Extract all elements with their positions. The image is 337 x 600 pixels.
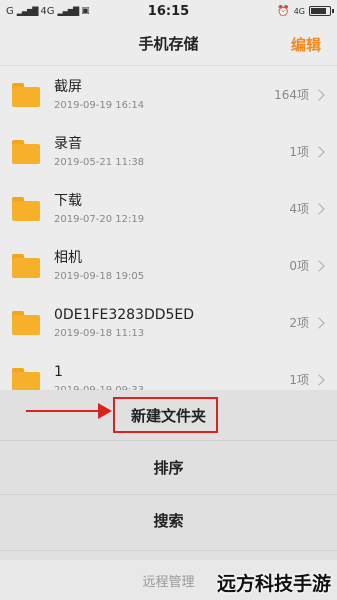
file-list: 截屏 2019-09-19 16:14 164项 录音 2019-05-21 1… bbox=[0, 66, 337, 408]
battery-icon bbox=[309, 6, 334, 16]
highlight-annotation bbox=[113, 397, 218, 433]
divider bbox=[0, 440, 337, 441]
item-count: 2项 bbox=[289, 316, 309, 330]
folder-icon bbox=[12, 310, 40, 335]
divider bbox=[0, 494, 337, 495]
folder-name: 录音 bbox=[54, 136, 82, 152]
list-item[interactable]: 录音 2019-05-21 11:38 1项 bbox=[0, 123, 337, 180]
folder-date: 2019-09-19 16:14 bbox=[54, 100, 145, 111]
item-count: 1项 bbox=[289, 373, 309, 387]
list-item[interactable]: 相机 2019-09-18 19:05 0项 bbox=[0, 237, 337, 294]
folder-icon bbox=[12, 82, 40, 107]
search-button[interactable]: 搜索 bbox=[0, 497, 337, 543]
edit-button[interactable]: 编辑 bbox=[291, 34, 321, 55]
folder-date: 2019-09-18 19:05 bbox=[54, 271, 145, 282]
item-count: 0项 bbox=[289, 259, 309, 273]
chevron-right-icon bbox=[313, 88, 325, 101]
page-title: 手机存储 bbox=[138, 35, 199, 53]
arrow-head-icon bbox=[98, 403, 112, 419]
list-item[interactable]: 下载 2019-07-20 12:19 4项 bbox=[0, 180, 337, 237]
list-item[interactable]: 0DE1FE3283DD5ED 2019-09-18 11:13 2项 bbox=[0, 294, 337, 351]
folder-name: 0DE1FE3283DD5ED bbox=[54, 307, 195, 323]
folder-name: 相机 bbox=[54, 250, 82, 266]
folder-name: 截屏 bbox=[54, 79, 82, 95]
chevron-right-icon bbox=[313, 202, 325, 215]
chevron-right-icon bbox=[313, 316, 325, 329]
folder-date: 2019-05-21 11:38 bbox=[54, 157, 145, 168]
chevron-right-icon bbox=[313, 259, 325, 272]
item-count: 4项 bbox=[289, 202, 309, 216]
folder-date: 2019-07-20 12:19 bbox=[54, 214, 145, 225]
folder-icon bbox=[12, 367, 40, 392]
list-item[interactable]: 截屏 2019-09-19 16:14 164项 bbox=[0, 66, 337, 123]
sort-button[interactable]: 排序 bbox=[0, 444, 337, 490]
status-bar: G ▂▄▆█ 4G ▂▄▆█ ▣ 16:15 ⏰ 4G bbox=[0, 0, 337, 22]
watermark: 远方科技手游 bbox=[216, 573, 331, 595]
item-count: 1项 bbox=[289, 145, 309, 159]
folder-name: 1 bbox=[54, 364, 63, 380]
chevron-right-icon bbox=[313, 373, 325, 386]
app-header: 手机存储 编辑 bbox=[0, 22, 337, 66]
item-count: 164项 bbox=[274, 88, 309, 102]
arrow-annotation bbox=[26, 410, 104, 412]
folder-icon bbox=[12, 196, 40, 221]
folder-name: 下载 bbox=[54, 193, 82, 209]
chevron-right-icon bbox=[313, 145, 325, 158]
folder-icon bbox=[12, 139, 40, 164]
folder-date: 2019-09-18 11:13 bbox=[54, 328, 145, 339]
folder-icon bbox=[12, 253, 40, 278]
divider bbox=[0, 550, 337, 551]
status-time: 16:15 bbox=[147, 3, 190, 19]
